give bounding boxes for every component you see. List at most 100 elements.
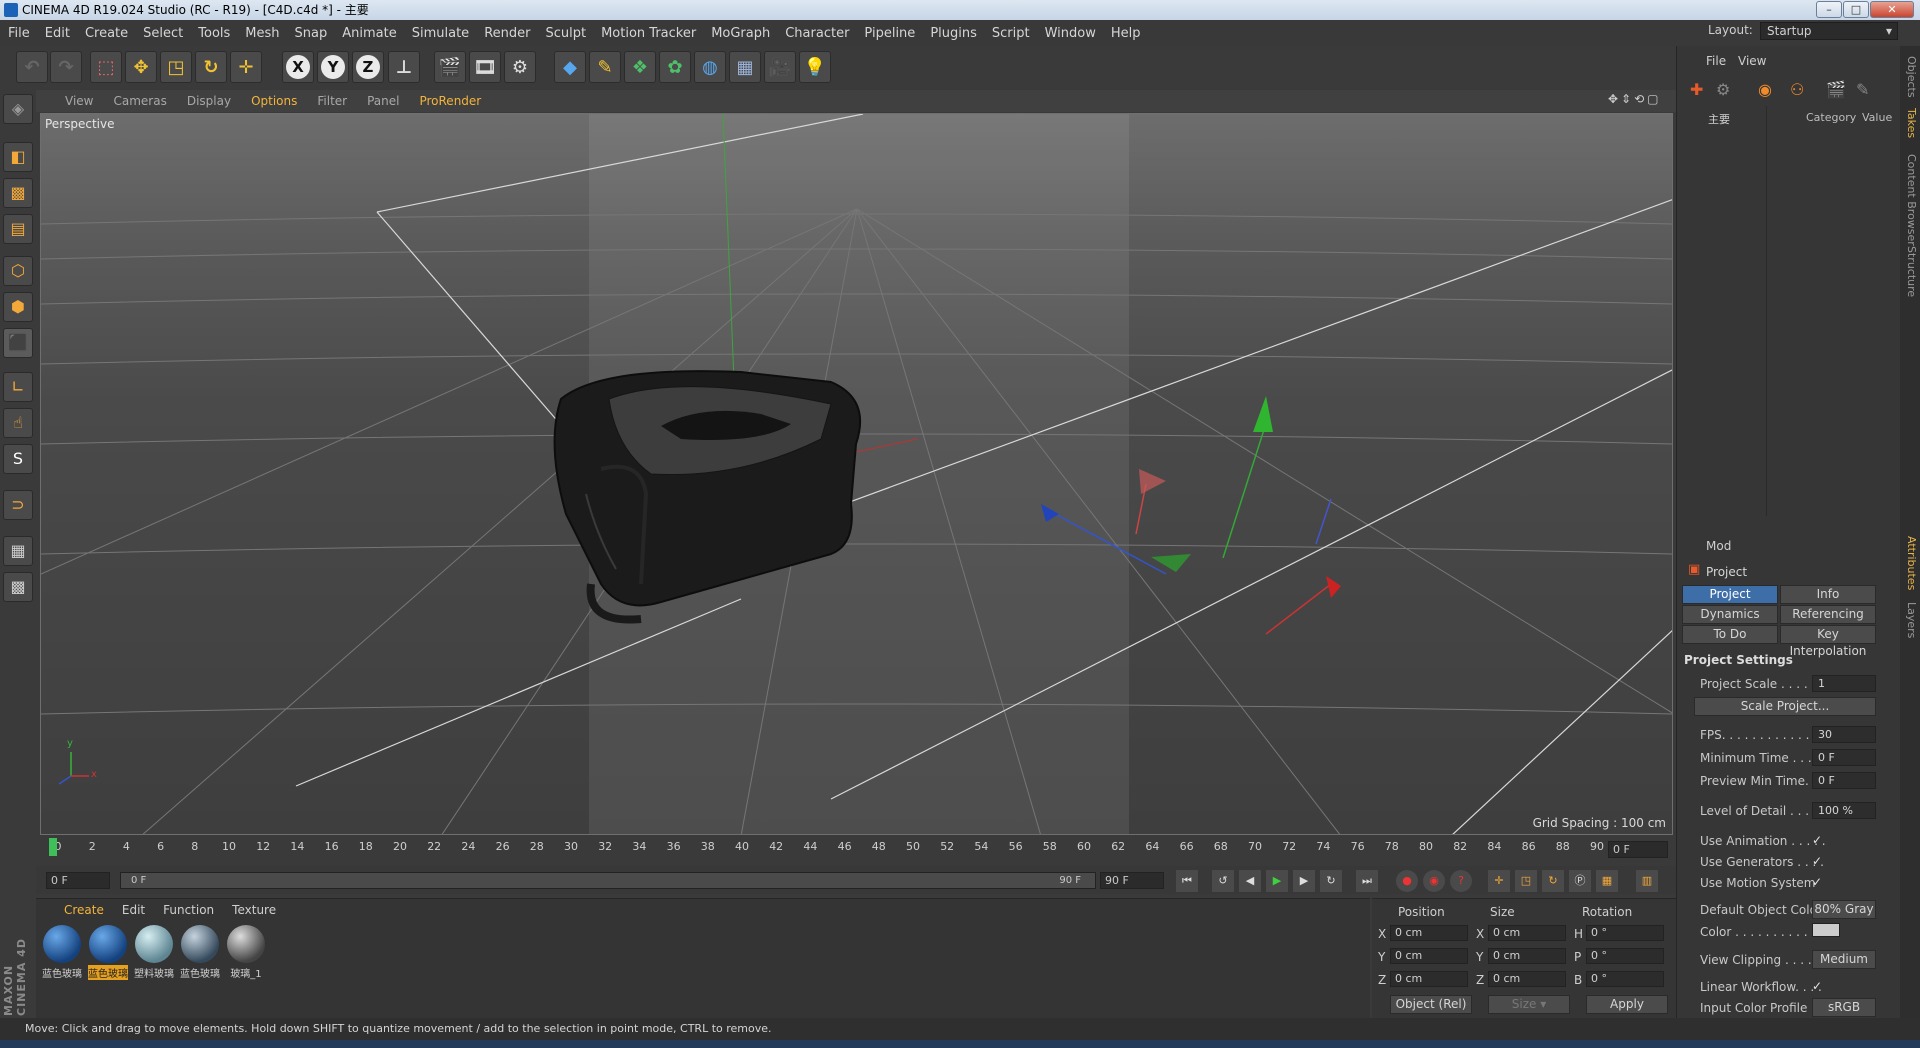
snap-icon[interactable]: ⊃ xyxy=(3,490,33,520)
viewport-menu-cameras[interactable]: Cameras xyxy=(113,94,166,108)
timeline-icon[interactable]: ▥ xyxy=(1636,870,1658,892)
key-scale-icon[interactable]: ◳ xyxy=(1515,870,1537,892)
take-lock-icon[interactable]: ⚇ xyxy=(1790,80,1804,99)
playhead[interactable] xyxy=(49,838,57,856)
objects-menu-view[interactable]: View xyxy=(1738,54,1766,68)
next-frame-icon[interactable]: ▶ xyxy=(1293,870,1315,892)
take-auto-icon[interactable]: ◉ xyxy=(1758,80,1772,99)
color-swatch[interactable] xyxy=(1812,923,1840,937)
prev-frame-icon[interactable]: ◀ xyxy=(1239,870,1261,892)
viewport-menu-options[interactable]: Options xyxy=(251,94,297,108)
tab-content-browser[interactable]: Content Browser xyxy=(1902,154,1918,246)
key-rotation-icon[interactable]: ↻ xyxy=(1542,870,1564,892)
material-menu-function[interactable]: Function xyxy=(163,903,214,917)
scale-icon[interactable]: ◳ xyxy=(160,51,192,83)
axis-mode-icon[interactable]: ∟ xyxy=(3,372,33,402)
maximize-button[interactable]: □ xyxy=(1843,1,1869,18)
model-mode-icon[interactable]: ◧ xyxy=(3,142,33,172)
autokey-icon[interactable]: ◉ xyxy=(1423,870,1445,892)
workplane-lock-icon[interactable]: ▦ xyxy=(3,536,33,566)
tab-key-interpolation[interactable]: Key Interpolation xyxy=(1780,625,1876,658)
prev-key-icon[interactable]: ↺ xyxy=(1212,870,1234,892)
edges-mode-icon[interactable]: ⬢ xyxy=(3,292,33,322)
rotation-p-field[interactable]: 0 ° xyxy=(1586,948,1664,964)
key-pla-icon[interactable]: ▦ xyxy=(1596,870,1618,892)
camera-icon[interactable]: 🎥 xyxy=(764,51,796,83)
take-main[interactable]: 主要 xyxy=(1708,111,1730,127)
play-icon[interactable]: ▶ xyxy=(1266,870,1288,892)
solo-icon[interactable]: S xyxy=(3,444,33,474)
move-icon[interactable]: ✥ xyxy=(125,51,157,83)
material-menu-texture[interactable]: Texture xyxy=(232,903,276,917)
size-x-field[interactable]: 0 cm xyxy=(1488,925,1566,941)
close-button[interactable]: ✕ xyxy=(1870,1,1914,18)
menu-motion-tracker[interactable]: Motion Tracker xyxy=(601,26,696,41)
menu-mesh[interactable]: Mesh xyxy=(245,26,279,41)
make-editable-icon[interactable]: ◈ xyxy=(3,94,33,124)
floor-icon[interactable]: ▦ xyxy=(729,51,761,83)
texture-mode-icon[interactable]: ▩ xyxy=(3,178,33,208)
rotation-h-field[interactable]: 0 ° xyxy=(1586,925,1664,941)
use-generators-checkbox[interactable]: ✓ xyxy=(1812,855,1825,868)
deformer-icon[interactable]: ◍ xyxy=(694,51,726,83)
linear-workflow-checkbox[interactable]: ✓ xyxy=(1812,980,1825,993)
menu-help[interactable]: Help xyxy=(1111,26,1141,41)
transform-icon[interactable]: ✛ xyxy=(230,51,262,83)
viewport-nav-icons[interactable]: ✥⇕⟲▢ xyxy=(1608,92,1662,106)
z-axis-button[interactable]: Z xyxy=(352,51,384,83)
key-param-icon[interactable]: Ⓟ xyxy=(1569,870,1591,892)
layout-select[interactable]: Startup ▾ xyxy=(1760,22,1898,40)
tab-to-do[interactable]: To Do xyxy=(1682,625,1778,644)
record-icon[interactable]: ● xyxy=(1396,870,1418,892)
fps-field[interactable]: 30 xyxy=(1812,726,1876,743)
menu-mograph[interactable]: MoGraph xyxy=(711,26,770,41)
menu-sculpt[interactable]: Sculpt xyxy=(545,26,586,41)
use-animation-checkbox[interactable]: ✓ xyxy=(1812,834,1825,847)
viewport-perspective[interactable]: Perspective y x Grid Spacing : 100 cm xyxy=(40,113,1673,835)
goto-end-icon[interactable]: ⏭ xyxy=(1356,870,1378,892)
render-picture-viewer-icon[interactable]: 🎞 xyxy=(469,51,501,83)
menu-plugins[interactable]: Plugins xyxy=(930,26,977,41)
menu-simulate[interactable]: Simulate xyxy=(412,26,469,41)
menu-create[interactable]: Create xyxy=(85,26,128,41)
tab-attributes[interactable]: Attributes xyxy=(1902,536,1918,590)
project-scale-field[interactable]: 1 xyxy=(1812,675,1876,692)
next-key-icon[interactable]: ↻ xyxy=(1320,870,1342,892)
take-render-icon[interactable]: 🎬 xyxy=(1826,80,1846,99)
tab-objects[interactable]: Objects xyxy=(1902,56,1918,98)
menu-character[interactable]: Character xyxy=(785,26,849,41)
tab-structure[interactable]: Structure xyxy=(1902,246,1918,297)
take-icon[interactable]: ✚ xyxy=(1690,80,1703,99)
attributes-mode-menu[interactable]: Mod xyxy=(1706,539,1731,553)
viewport-menu-filter[interactable]: Filter xyxy=(317,94,347,108)
subdivision-icon[interactable]: ❖ xyxy=(624,51,656,83)
viewport-menu-view[interactable]: View xyxy=(65,94,93,108)
coordinate-mode-select[interactable]: Object (Rel) ▾ xyxy=(1390,995,1472,1028)
render-settings-icon[interactable]: ⚙ xyxy=(504,51,536,83)
undo-icon[interactable]: ↶ xyxy=(16,51,48,83)
menu-render[interactable]: Render xyxy=(484,26,530,41)
coordinate-system-icon[interactable]: ⊥ xyxy=(388,51,420,83)
viewport-menu-panel[interactable]: Panel xyxy=(367,94,399,108)
timeline-ruler[interactable]: 0 2 4 6 8 10 12 14 16 18 20 22 24 26 28 30 32 34 36 38 40 42 4… xyxy=(36,836,1676,860)
rotation-b-field[interactable]: 0 ° xyxy=(1586,971,1664,987)
redo-icon[interactable]: ↷ xyxy=(50,51,82,83)
size-y-field[interactable]: 0 cm xyxy=(1488,948,1566,964)
size-mode-select[interactable]: Size ▾ xyxy=(1488,995,1570,1014)
selection-icon[interactable]: ⬚ xyxy=(90,51,122,83)
default-object-color-select[interactable]: 80% Gray xyxy=(1812,900,1876,919)
tab-info[interactable]: Info xyxy=(1780,585,1876,604)
take-settings-icon[interactable]: ✎ xyxy=(1856,80,1869,99)
take-override-icon[interactable]: ⚙ xyxy=(1716,80,1730,99)
minimize-button[interactable]: – xyxy=(1816,1,1842,18)
y-axis-button[interactable]: Y xyxy=(317,51,349,83)
light-icon[interactable]: 💡 xyxy=(799,51,831,83)
input-color-profile-select[interactable]: sRGB xyxy=(1812,998,1876,1017)
menu-snap[interactable]: Snap xyxy=(295,26,328,41)
end-frame-field[interactable]: 90 F xyxy=(1100,872,1164,889)
size-z-field[interactable]: 0 cm xyxy=(1488,971,1566,987)
material-menu-edit[interactable]: Edit xyxy=(122,903,145,917)
menu-edit[interactable]: Edit xyxy=(45,26,70,41)
menu-pipeline[interactable]: Pipeline xyxy=(864,26,915,41)
tab-dynamics[interactable]: Dynamics xyxy=(1682,605,1778,624)
